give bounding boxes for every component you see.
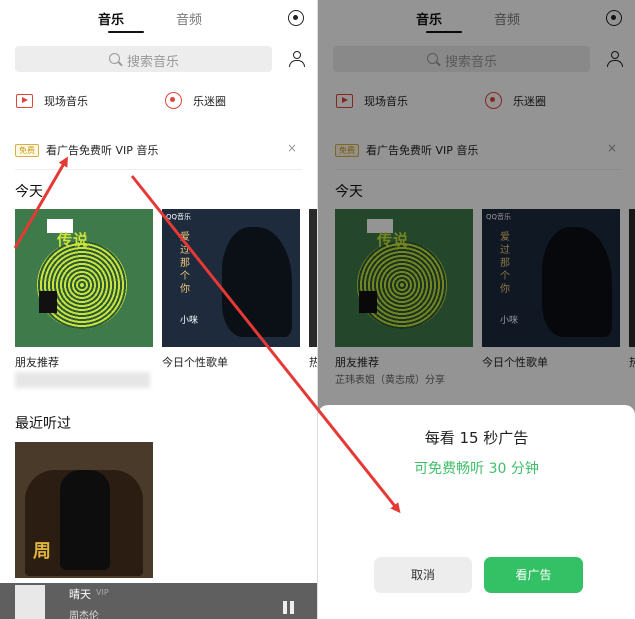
cover-vertical-text: 爱过那个你: [180, 232, 190, 295]
record-icon[interactable]: [288, 10, 304, 26]
recent-album-cover[interactable]: 周: [15, 442, 153, 578]
cover-figure: [60, 470, 110, 570]
cancel-button[interactable]: 取消: [374, 557, 472, 593]
friend-recommend-label: 朋友推荐: [15, 356, 59, 369]
recent-title: 最近听过: [15, 416, 71, 432]
cover-logo: QQ音乐: [166, 213, 192, 221]
music-home-with-dialog: 音乐 音频 搜索音乐 现场音乐 乐迷圈 免费 看广告免费听 VIP 音乐 × 今…: [318, 0, 635, 619]
blurred-subtitle: [15, 372, 150, 388]
pause-icon[interactable]: [283, 601, 295, 614]
dialog-subtitle: 可免费畅听 30 分钟: [414, 461, 539, 477]
player-album-thumb: [15, 585, 45, 619]
free-badge: 免费: [15, 144, 39, 157]
ad-banner-text: 看广告免费听 VIP 音乐: [46, 144, 159, 157]
cover-title-text: 传说: [57, 231, 90, 249]
vip-badge: VIP: [96, 588, 109, 597]
daily-playlist-label: 今日个性歌单: [162, 356, 228, 369]
cover-portrait: [222, 227, 292, 337]
mini-player[interactable]: 晴天 VIP 周杰伦: [0, 583, 317, 619]
player-artist: 周杰伦: [69, 611, 99, 619]
fan-circle-icon: [165, 92, 182, 109]
friend-recommend-cover[interactable]: 传说: [15, 209, 153, 347]
cover-pattern: [37, 241, 127, 329]
cover-artist-text: 小咪: [180, 316, 199, 326]
user-icon[interactable]: [289, 51, 305, 67]
live-music-label: 现场音乐: [44, 95, 88, 108]
fan-circle-label: 乐迷圈: [193, 95, 226, 108]
watch-ad-button[interactable]: 看广告: [484, 557, 583, 593]
hot-cover[interactable]: [309, 209, 317, 347]
tab-audio[interactable]: 音频: [176, 9, 202, 28]
search-placeholder: 搜索音乐: [127, 55, 180, 70]
cover-thumb: [39, 291, 57, 313]
search-bar[interactable]: 搜索音乐: [15, 46, 272, 72]
top-tabs: 音乐 音频: [0, 0, 317, 36]
ad-reward-dialog: 每看 15 秒广告 可免费畅听 30 分钟 取消 看广告: [318, 405, 635, 619]
music-home-screen: 音乐 音频 搜索音乐 现场音乐 乐迷圈 免费 看广告免费听 VIP 音乐 × 今…: [0, 0, 317, 619]
search-icon: [109, 53, 120, 64]
cover-gold-text: 周: [33, 541, 51, 562]
player-song-title: 晴天: [69, 588, 91, 601]
live-video-icon: [16, 94, 33, 108]
vip-ad-banner[interactable]: 免费 看广告免费听 VIP 音乐 ×: [15, 136, 302, 170]
dialog-title: 每看 15 秒广告: [424, 429, 529, 447]
hot-label: 热: [309, 356, 317, 369]
today-title: 今天: [15, 184, 43, 200]
tab-music[interactable]: 音乐: [98, 9, 124, 28]
daily-playlist-cover[interactable]: QQ音乐 爱过那个你 小咪: [162, 209, 300, 347]
tab-active-indicator: [108, 31, 144, 33]
close-icon[interactable]: ×: [287, 141, 297, 155]
